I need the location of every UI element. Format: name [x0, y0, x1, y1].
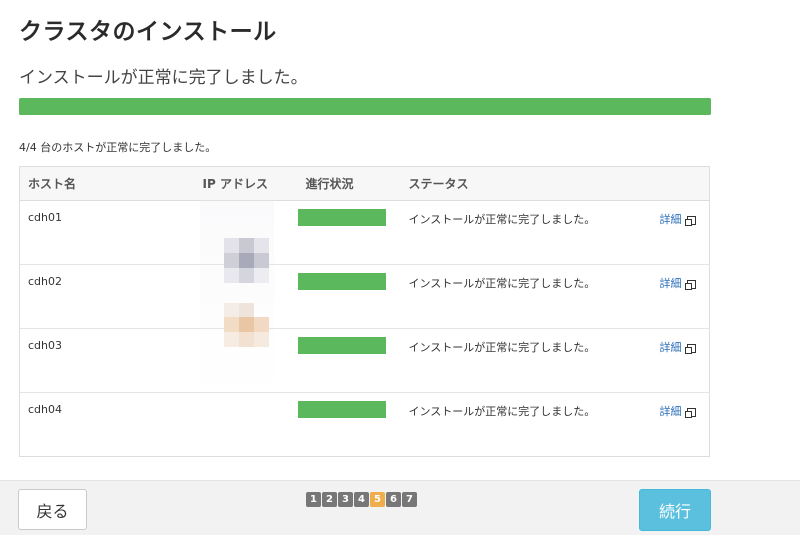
wizard-step-4: 4	[354, 492, 369, 507]
host-progress-bar	[297, 337, 386, 354]
host-status: インストールが正常に完了しました。	[400, 328, 652, 393]
page-title: クラスタのインストール	[19, 19, 277, 45]
wizard-step-3: 3	[338, 492, 353, 507]
external-link-icon	[684, 407, 696, 418]
details-link-label: 詳細	[659, 405, 682, 418]
table-row: cdh01 インストールが正常に完了しました。 詳細	[19, 200, 710, 265]
host-progress-bar	[297, 401, 386, 418]
host-progress-fill	[297, 401, 386, 418]
install-status-message: インストールが正常に完了しました。	[19, 68, 308, 88]
table-row: cdh03 インストールが正常に完了しました。 詳細	[19, 328, 710, 393]
host-name: cdh02	[19, 264, 195, 329]
back-button[interactable]: 戻る	[18, 489, 87, 530]
host-progress-fill	[297, 337, 386, 354]
details-link-label: 詳細	[659, 341, 682, 354]
column-header-status: ステータス	[400, 166, 652, 201]
details-link[interactable]: 詳細	[660, 341, 696, 354]
wizard-step-6: 6	[386, 492, 401, 507]
external-link-icon	[684, 215, 696, 226]
column-header-progress: 進行状況	[297, 166, 401, 201]
table-row: cdh04 インストールが正常に完了しました。 詳細	[20, 393, 710, 457]
details-link-label: 詳細	[659, 213, 682, 226]
host-progress-fill	[297, 209, 386, 226]
column-header-detail	[651, 166, 710, 201]
table-header-row: ホスト名 IP アドレス 進行状況 ステータス	[19, 166, 710, 201]
wizard-footer: 戻る 1 2 3 4 5 6 7 続行	[0, 480, 800, 535]
details-link[interactable]: 詳細	[660, 277, 696, 290]
overall-progress-fill	[19, 98, 711, 115]
details-link[interactable]: 詳細	[660, 405, 696, 418]
external-link-icon	[684, 343, 696, 354]
host-progress-bar	[297, 273, 386, 290]
details-link[interactable]: 詳細	[660, 213, 696, 226]
wizard-step-5: 5	[370, 492, 385, 507]
ip-address-redaction	[200, 200, 274, 397]
hosts-table: ホスト名 IP アドレス 進行状況 ステータス cdh01 インストールが正常に…	[19, 166, 710, 457]
host-name: cdh04	[28, 403, 62, 416]
host-status: インストールが正常に完了しました。	[400, 200, 652, 265]
host-progress-bar	[297, 209, 386, 226]
wizard-step-indicator: 1 2 3 4 5 6 7	[306, 492, 417, 507]
column-header-host: ホスト名	[19, 166, 195, 201]
host-name: cdh03	[19, 328, 195, 393]
wizard-step-2: 2	[322, 492, 337, 507]
hosts-summary: 4/4 台のホストが正常に完了しました。	[19, 141, 217, 154]
table-row: cdh02 インストールが正常に完了しました。 詳細	[19, 264, 710, 329]
details-link-label: 詳細	[659, 277, 682, 290]
host-name: cdh01	[19, 200, 195, 265]
wizard-step-1: 1	[306, 492, 321, 507]
host-progress-fill	[297, 273, 386, 290]
external-link-icon	[684, 279, 696, 290]
wizard-step-7: 7	[402, 492, 417, 507]
column-header-ip: IP アドレス	[194, 166, 298, 201]
overall-progress-bar	[19, 98, 711, 115]
host-status: インストールが正常に完了しました。	[408, 405, 596, 418]
host-ip	[195, 393, 298, 457]
continue-button[interactable]: 続行	[639, 489, 711, 531]
host-status: インストールが正常に完了しました。	[400, 264, 652, 329]
